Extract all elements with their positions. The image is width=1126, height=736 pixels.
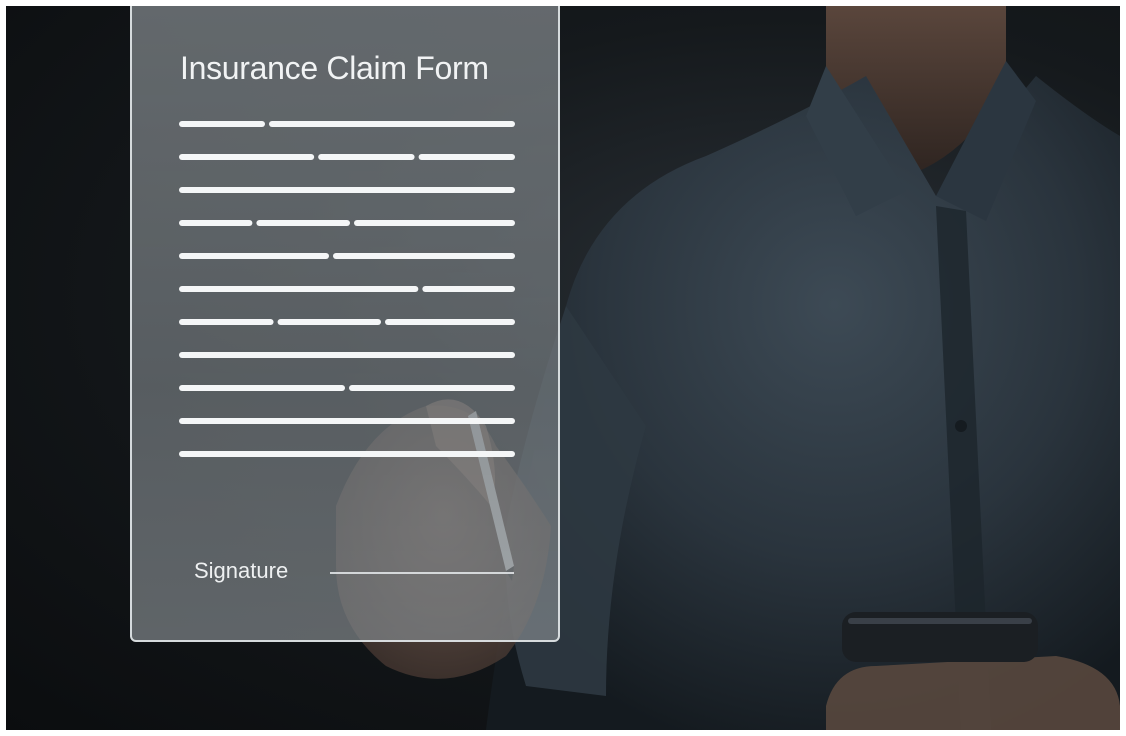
form-placeholder-lines — [179, 121, 515, 457]
insurance-claim-form: Insurance Claim Form Signature — [130, 6, 560, 642]
signature-label: Signature — [194, 558, 289, 583]
signature-line — [330, 572, 514, 574]
phone-edge — [848, 618, 1032, 624]
phone-hand — [826, 656, 1120, 730]
shirt-button — [955, 420, 967, 432]
photo-scene: Insurance Claim Form Signature — [0, 0, 1126, 736]
